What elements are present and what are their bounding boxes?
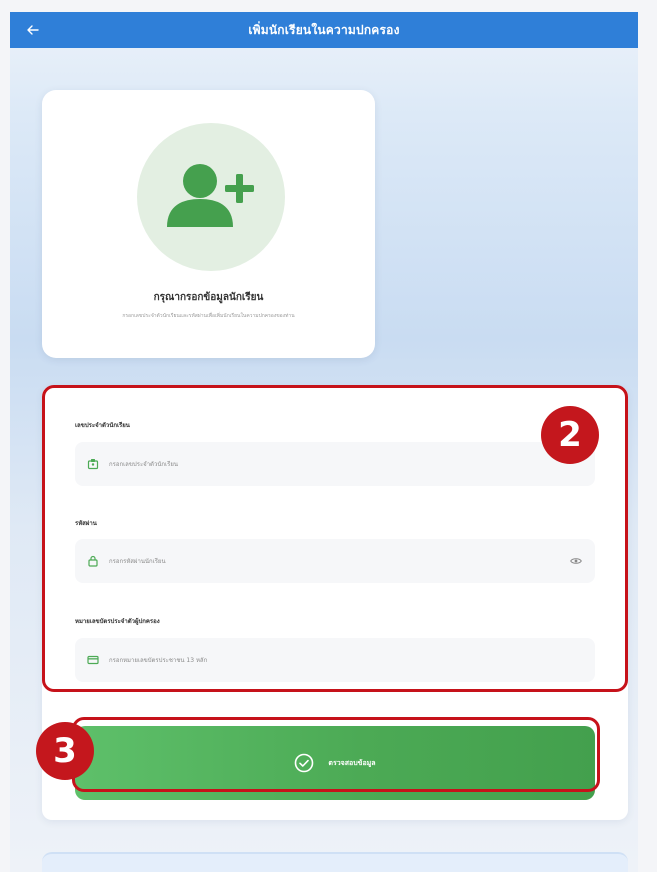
student-id-field[interactable]: กรอกเลขประจำตัวนักเรียน: [75, 442, 595, 486]
profile-card: กรุณากรอกข้อมูลนักเรียน กรอกเลขประจำตัวน…: [42, 90, 375, 358]
password-placeholder: กรอกรหัสผ่านนักเรียน: [109, 558, 166, 565]
back-button[interactable]: [22, 20, 44, 40]
guardian-id-field[interactable]: กรอกหมายเลขบัตรประชาชน 13 หลัก: [75, 638, 595, 682]
add-user-icon: [167, 164, 254, 227]
student-id-placeholder: กรอกเลขประจำตัวนักเรียน: [109, 461, 178, 468]
student-id-label: เลขประจำตัวนักเรียน: [75, 422, 130, 429]
eye-icon[interactable]: [569, 554, 583, 568]
id-card-icon: [85, 652, 101, 668]
back-arrow-icon: [27, 25, 39, 35]
password-field[interactable]: กรอกรหัสผ่านนักเรียน: [75, 539, 595, 583]
page-title: เพิ่มนักเรียนในความปกครอง: [248, 22, 400, 37]
guardian-id-label: หมายเลขบัตรประจำตัวผู้ปกครอง: [75, 618, 160, 625]
app-bar: เพิ่มนักเรียนในความปกครอง: [10, 12, 638, 48]
next-card: [42, 852, 628, 872]
step-badge-2: 2: [541, 406, 599, 464]
badge-icon: [85, 456, 101, 472]
verify-button-label: ตรวจสอบข้อมูล: [328, 758, 376, 767]
verify-button[interactable]: ตรวจสอบข้อมูล: [75, 726, 595, 800]
check-circle-icon: [295, 753, 314, 773]
student-form: เลขประจำตัวนักเรียน กรอกเลขประจำตัวนักเร…: [42, 386, 628, 820]
avatar: [137, 123, 285, 271]
step-badge-3: 3: [36, 722, 94, 780]
password-label: รหัสผ่าน: [75, 520, 97, 527]
card-heading: กรุณากรอกข้อมูลนักเรียน: [153, 292, 264, 303]
lock-icon: [85, 553, 101, 569]
card-subtitle: กรอกเลขประจำตัวนักเรียนและรหัสผ่านเพื่อเ…: [122, 313, 295, 319]
guardian-id-placeholder: กรอกหมายเลขบัตรประชาชน 13 หลัก: [109, 657, 208, 664]
